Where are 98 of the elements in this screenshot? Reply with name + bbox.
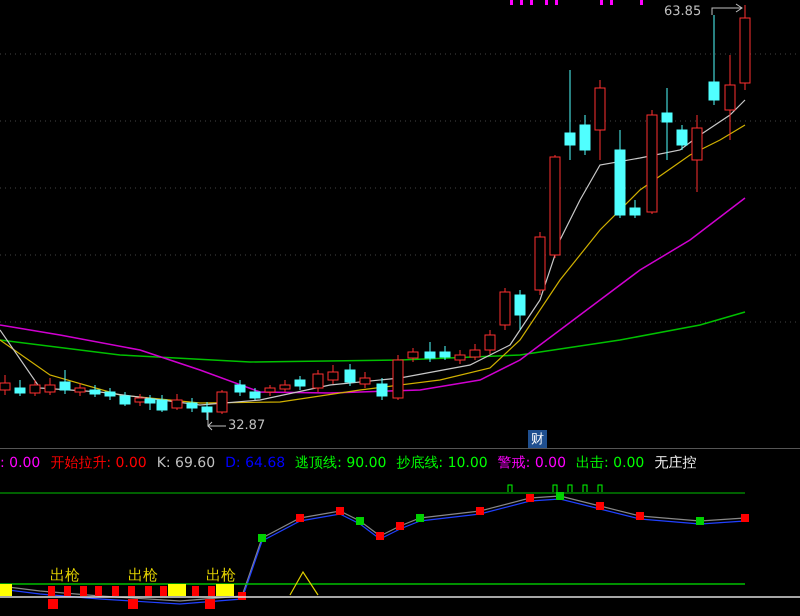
candlestick <box>30 380 40 396</box>
indicator-value: 开始拉升: 0.00 <box>50 454 147 472</box>
candlestick <box>234 380 246 396</box>
candlestick <box>676 124 688 150</box>
signal-square <box>356 517 364 525</box>
marker-tick <box>610 0 613 5</box>
marker-tick <box>555 0 558 5</box>
price-label: 63.85 <box>664 4 702 19</box>
signal-square <box>258 534 266 542</box>
signal-square <box>476 507 484 515</box>
candlestick <box>294 376 306 390</box>
indicator-value: 逃顶线: 90.00 <box>295 454 386 472</box>
highlight-block <box>0 584 12 596</box>
histogram-bar <box>64 586 71 596</box>
spike-marker <box>508 484 512 492</box>
histogram-bar <box>208 586 215 596</box>
candlestick <box>440 346 450 360</box>
candlestick <box>134 394 146 406</box>
signal-square <box>336 507 344 515</box>
price-label: 32.87 <box>228 418 266 433</box>
candlestick <box>186 398 198 412</box>
candlestick <box>500 288 510 330</box>
spike-marker <box>568 484 572 492</box>
histogram-bar <box>145 586 152 596</box>
candlestick <box>580 114 590 156</box>
histogram-bar <box>48 586 55 596</box>
candlestick <box>376 378 388 400</box>
candlestick <box>408 348 418 362</box>
highlight-block <box>216 584 234 596</box>
histogram-bar <box>112 586 119 596</box>
histogram-bar <box>80 586 87 596</box>
candlestick <box>144 394 156 410</box>
finance-badge[interactable]: 财 <box>528 430 547 448</box>
signal-square <box>296 514 304 522</box>
marker-tick <box>640 0 643 5</box>
marker-tick <box>530 0 533 5</box>
marker-tick <box>510 0 513 5</box>
candlestick <box>328 364 338 384</box>
candlestick <box>264 384 276 396</box>
candlestick <box>424 342 436 362</box>
candlestick <box>172 394 182 410</box>
indicator-value: K: 69.60 <box>156 454 216 470</box>
arrow-icon <box>207 412 226 430</box>
signal-square <box>376 532 384 540</box>
candlestick <box>470 344 480 360</box>
candlestick <box>60 370 70 394</box>
candlestick <box>156 394 168 412</box>
candlestick <box>484 330 496 354</box>
candlestick <box>344 364 356 386</box>
signal-label: 出枪 <box>128 566 158 584</box>
candlestick <box>44 378 56 396</box>
histogram-bar <box>160 586 167 596</box>
candlestick <box>392 354 404 400</box>
candlestick <box>250 388 260 400</box>
histogram-bar <box>95 586 102 596</box>
signal-square <box>556 492 564 500</box>
candlestick <box>280 380 290 392</box>
histogram-bar <box>48 599 58 609</box>
marker-tick <box>545 0 548 5</box>
candlestick <box>120 392 130 406</box>
signal-label: 出枪 <box>50 566 80 584</box>
histogram-bar <box>128 599 138 609</box>
signal-square <box>416 514 424 522</box>
highlight-block <box>168 584 186 596</box>
histogram-bar <box>205 599 215 609</box>
candlestick <box>74 382 86 396</box>
spike-marker <box>552 484 558 492</box>
indicator-value: : 0.00 <box>0 454 40 470</box>
marker-tick <box>600 0 603 5</box>
signal-square <box>636 512 644 520</box>
candlestick <box>514 290 526 330</box>
spike-marker <box>598 484 602 492</box>
indicator-value: 无庄控 <box>654 454 696 472</box>
candlestick <box>454 350 466 364</box>
signal-square <box>526 494 534 502</box>
signal-square <box>696 517 704 525</box>
candlestick <box>14 380 26 396</box>
marker-tick <box>520 0 523 5</box>
candlestick <box>104 388 116 400</box>
candlestick <box>202 402 212 420</box>
signal-square <box>741 514 749 522</box>
candlestick <box>534 232 546 296</box>
indicator-value: 抄底线: 10.00 <box>396 454 488 472</box>
indicator-value: 出击: 0.00 <box>576 454 644 472</box>
signal-square <box>396 522 404 530</box>
histogram-bar <box>192 586 199 596</box>
candlestick <box>90 384 100 398</box>
signal-label: 出枪 <box>206 566 236 584</box>
candlestick <box>360 372 370 388</box>
histogram-bar <box>128 586 135 596</box>
candlestick <box>630 200 640 218</box>
spike-marker <box>582 484 588 492</box>
indicator-value: 警戒: 0.00 <box>498 454 566 472</box>
indicator-value: D: 64.68 <box>225 454 286 470</box>
signal-square <box>596 502 604 510</box>
candlestick <box>312 370 324 392</box>
candlestick <box>216 390 228 414</box>
arrow-icon <box>712 4 743 16</box>
